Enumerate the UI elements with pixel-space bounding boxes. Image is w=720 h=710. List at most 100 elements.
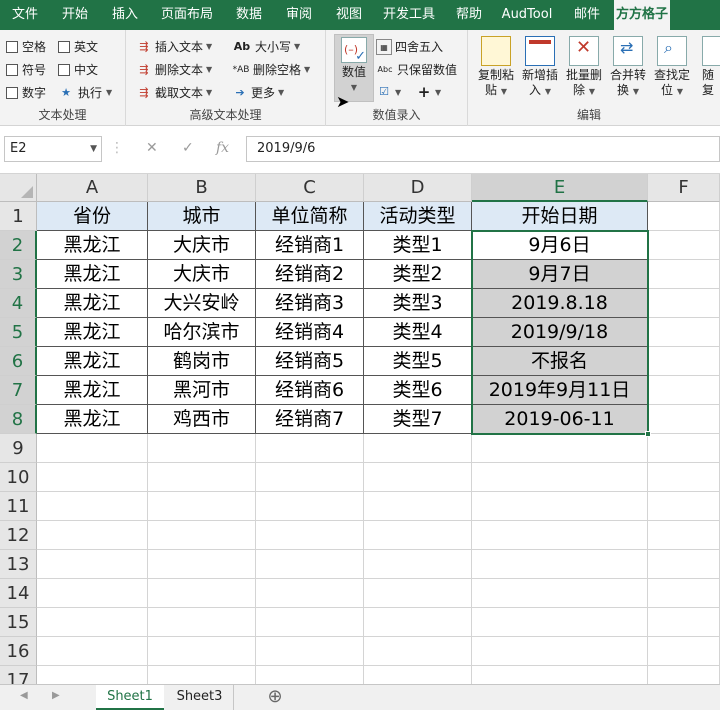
empty-cell[interactable] xyxy=(37,579,148,608)
empty-cell[interactable] xyxy=(472,579,648,608)
table-cell[interactable]: 经销商4 xyxy=(256,318,364,347)
empty-cell[interactable] xyxy=(148,550,256,579)
empty-cell[interactable] xyxy=(472,492,648,521)
column-header[interactable]: F xyxy=(648,174,720,202)
scroll-left-icon[interactable]: ◀ xyxy=(20,690,28,701)
empty-cell[interactable] xyxy=(648,550,720,579)
empty-cell[interactable] xyxy=(648,231,720,260)
table-cell[interactable]: 经销商7 xyxy=(256,405,364,434)
empty-cell[interactable] xyxy=(472,463,648,492)
row-header[interactable]: 16 xyxy=(0,637,37,666)
table-cell[interactable]: 经销商6 xyxy=(256,376,364,405)
table-cell[interactable]: 鹤岗市 xyxy=(148,347,256,376)
empty-cell[interactable] xyxy=(648,608,720,637)
table-header-cell[interactable]: 省份 xyxy=(37,202,148,231)
more-options-icon[interactable]: ⋮ xyxy=(110,140,124,156)
row-header[interactable]: 1 xyxy=(0,202,37,231)
column-header[interactable]: E xyxy=(472,174,648,202)
empty-cell[interactable] xyxy=(648,637,720,666)
table-cell[interactable]: 经销商2 xyxy=(256,260,364,289)
table-cell[interactable]: 黑龙江 xyxy=(37,260,148,289)
empty-cell[interactable] xyxy=(364,637,472,666)
empty-cell[interactable] xyxy=(648,492,720,521)
table-cell[interactable]: 9月7日 xyxy=(472,260,648,289)
empty-cell[interactable] xyxy=(37,434,148,463)
insert-function-icon[interactable]: fx xyxy=(216,140,229,156)
table-cell[interactable]: 经销商5 xyxy=(256,347,364,376)
check-symbol[interactable]: 符号 xyxy=(6,61,46,78)
empty-cell[interactable] xyxy=(472,666,648,684)
empty-cell[interactable] xyxy=(37,550,148,579)
ribbon-tab[interactable]: AudTool xyxy=(494,0,560,30)
empty-cell[interactable] xyxy=(648,463,720,492)
enter-icon[interactable]: ✓ xyxy=(182,140,194,156)
table-cell[interactable]: 类型3 xyxy=(364,289,472,318)
table-cell[interactable]: 不报名 xyxy=(472,347,648,376)
scroll-right-icon[interactable]: ▶ xyxy=(52,690,60,701)
empty-cell[interactable] xyxy=(364,579,472,608)
more-button[interactable]: ➔ 更多 ▼ xyxy=(232,84,284,101)
table-cell[interactable]: 经销商3 xyxy=(256,289,364,318)
table-cell[interactable]: 类型7 xyxy=(364,405,472,434)
table-cell[interactable]: 大庆市 xyxy=(148,260,256,289)
table-cell[interactable]: 黑龙江 xyxy=(37,347,148,376)
empty-cell[interactable] xyxy=(472,608,648,637)
table-cell[interactable]: 类型4 xyxy=(364,318,472,347)
empty-cell[interactable] xyxy=(148,579,256,608)
empty-cell[interactable] xyxy=(472,637,648,666)
empty-cell[interactable] xyxy=(364,434,472,463)
empty-cell[interactable] xyxy=(256,637,364,666)
empty-cell[interactable] xyxy=(256,521,364,550)
table-cell[interactable]: 2019/9/18 xyxy=(472,318,648,347)
row-header[interactable]: 9 xyxy=(0,434,37,463)
table-cell[interactable]: 9月6日 xyxy=(472,231,648,260)
table-cell[interactable]: 类型5 xyxy=(364,347,472,376)
ribbon-tab[interactable]: 方方格子 xyxy=(614,0,670,30)
empty-cell[interactable] xyxy=(256,666,364,684)
table-cell[interactable]: 大兴安岭 xyxy=(148,289,256,318)
empty-cell[interactable] xyxy=(256,550,364,579)
empty-cell[interactable] xyxy=(648,347,720,376)
empty-cell[interactable] xyxy=(256,608,364,637)
delete-space-button[interactable]: *AB 删除空格 ▼ xyxy=(232,61,311,78)
table-cell[interactable]: 黑河市 xyxy=(148,376,256,405)
row-header[interactable]: 12 xyxy=(0,521,37,550)
table-cell[interactable]: 类型1 xyxy=(364,231,472,260)
empty-cell[interactable] xyxy=(648,202,720,231)
copy-paste-button[interactable]: 复制粘 贴 ▼ xyxy=(476,34,516,104)
batch-delete-button[interactable]: ✕ 批量删 除 ▼ xyxy=(564,34,604,104)
table-cell[interactable]: 经销商1 xyxy=(256,231,364,260)
name-box[interactable]: E2 ▼ xyxy=(4,136,102,162)
formula-input[interactable]: 2019/9/6 xyxy=(246,136,720,162)
empty-cell[interactable] xyxy=(648,405,720,434)
empty-cell[interactable] xyxy=(364,521,472,550)
keep-value-button[interactable]: Abc 只保留数值 xyxy=(376,61,458,78)
empty-cell[interactable] xyxy=(648,579,720,608)
table-cell[interactable]: 黑龙江 xyxy=(37,405,148,434)
empty-cell[interactable] xyxy=(148,492,256,521)
table-cell[interactable]: 2019.8.18 xyxy=(472,289,648,318)
table-header-cell[interactable]: 城市 xyxy=(148,202,256,231)
check-number[interactable]: 数字 xyxy=(6,84,46,101)
empty-cell[interactable] xyxy=(148,434,256,463)
empty-cell[interactable] xyxy=(37,666,148,684)
row-header[interactable]: 14 xyxy=(0,579,37,608)
empty-cell[interactable] xyxy=(364,463,472,492)
empty-cell[interactable] xyxy=(37,521,148,550)
column-header[interactable]: B xyxy=(148,174,256,202)
merge-convert-button[interactable]: ⇄ 合并转 换 ▼ xyxy=(608,34,648,104)
empty-cell[interactable] xyxy=(256,463,364,492)
add-sheet-button[interactable]: ⊕ xyxy=(262,685,288,710)
ribbon-tab[interactable]: 帮助 xyxy=(444,0,494,30)
row-header[interactable]: 4 xyxy=(0,289,37,318)
row-header[interactable]: 17 xyxy=(0,666,37,684)
empty-cell[interactable] xyxy=(648,289,720,318)
delete-text-button[interactable]: ⇶ 删除文本 ▼ xyxy=(136,61,212,78)
empty-cell[interactable] xyxy=(37,608,148,637)
cancel-icon[interactable]: ✕ xyxy=(146,140,158,156)
empty-cell[interactable] xyxy=(472,434,648,463)
sheet-tab-sheet1[interactable]: Sheet1 xyxy=(96,685,164,710)
ribbon-tab[interactable]: 视图 xyxy=(324,0,374,30)
empty-cell[interactable] xyxy=(648,260,720,289)
table-cell[interactable]: 类型2 xyxy=(364,260,472,289)
